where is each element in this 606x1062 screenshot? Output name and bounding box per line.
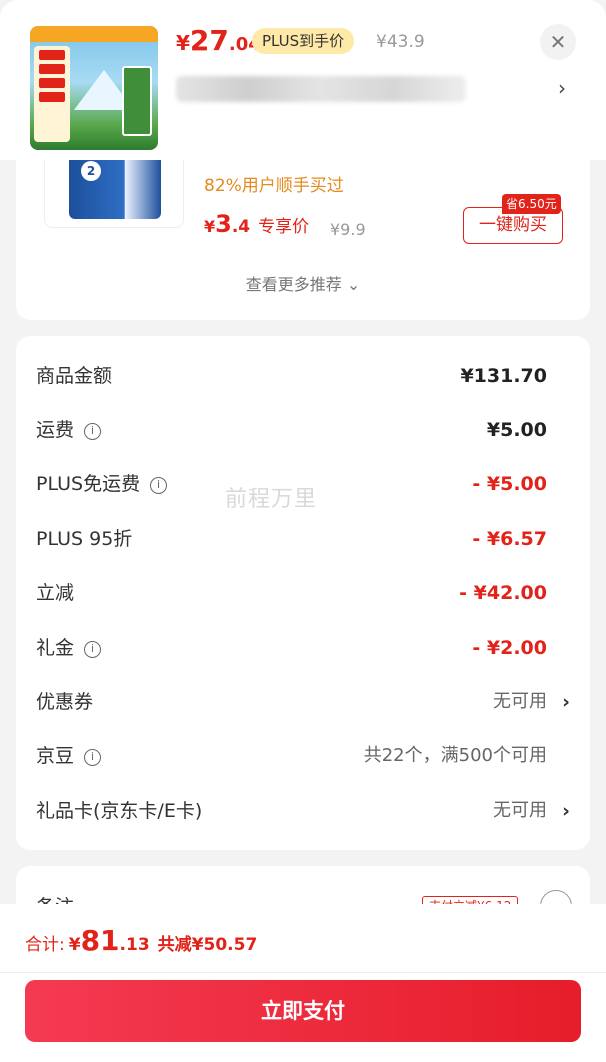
jd-beans-row: 京豆 i 共22个，满500个可用: [16, 741, 590, 771]
total-decimal: .13: [119, 935, 150, 955]
product-thumbnail[interactable]: [30, 26, 158, 150]
promo-banner: [30, 26, 158, 42]
row-value: ¥5.00: [486, 419, 547, 441]
coupon-row[interactable]: 优惠券 无可用 ›: [16, 687, 590, 717]
row-value: - ¥42.00: [459, 582, 547, 604]
pay-now-button[interactable]: 立即支付: [25, 980, 581, 1042]
total-saved: 共减¥50.57: [157, 935, 258, 955]
close-icon: ✕: [549, 30, 567, 54]
row-label: 京豆: [36, 745, 75, 767]
row-label: 运费: [36, 419, 75, 441]
selected-spec-blurred[interactable]: [176, 76, 466, 102]
checkout-bar: 合计: ¥81.13 共减¥50.57 立即支付: [0, 904, 606, 1062]
row-label: 商品金额: [36, 365, 113, 387]
plus-price-tag: PLUS到手价: [252, 28, 355, 54]
close-button[interactable]: ✕: [540, 24, 576, 60]
row-value: - ¥5.00: [472, 473, 547, 495]
gift-card-row[interactable]: 礼品卡(京东卡/E卡) 无可用 ›: [16, 796, 590, 826]
recommended-original-price: ¥9.9: [330, 220, 366, 239]
product-price: ¥27.04: [176, 24, 261, 57]
info-icon[interactable]: i: [84, 641, 102, 658]
row-label: PLUS 95折: [36, 528, 133, 550]
exclusive-price-label: 专享价: [258, 217, 310, 237]
row-value: ¥131.70: [460, 365, 547, 387]
row-label: 礼金: [36, 637, 75, 659]
order-summary-card: 商品金额 ¥131.70 运费 i ¥5.00 PLUS免运费 i - ¥5.00 …: [16, 336, 590, 850]
plus-discount-row: PLUS 95折 - ¥6.57: [16, 524, 590, 554]
row-label: PLUS免运费: [36, 473, 141, 495]
goods-amount-row: 商品金额 ¥131.70: [16, 361, 590, 391]
instant-discount-row: 立减 - ¥42.00: [16, 578, 590, 608]
info-icon[interactable]: i: [84, 749, 102, 766]
view-more-recommendations-link[interactable]: 查看更多推荐 ⌄: [16, 271, 590, 295]
price-currency: ¥: [176, 31, 190, 55]
price-integer: 27: [189, 24, 229, 57]
gift-money-row: 礼金 i - ¥2.00: [16, 633, 590, 663]
info-icon[interactable]: i: [150, 477, 168, 494]
save-badge: 省6.50元: [502, 194, 561, 214]
total-integer: 81: [80, 924, 120, 957]
promo-sticker: [34, 46, 70, 142]
order-total: 合计: ¥81.13 共减¥50.57: [25, 924, 258, 957]
row-value: 无可用: [493, 800, 547, 821]
info-icon[interactable]: i: [84, 423, 102, 440]
chevron-right-icon[interactable]: ›: [558, 76, 566, 100]
bought-together-note: 82%用户顺手买过: [204, 176, 344, 196]
total-label: 合计:: [25, 935, 65, 955]
row-value: 无可用: [493, 691, 547, 712]
row-value: - ¥6.57: [472, 528, 547, 550]
row-label: 优惠券: [36, 691, 94, 713]
shipping-row: 运费 i ¥5.00: [16, 415, 590, 445]
exclusive-price: ¥3.4 专享价: [204, 210, 310, 238]
original-price: ¥43.9: [376, 32, 425, 52]
watermark: 前程万里: [225, 487, 318, 512]
divider: [0, 972, 606, 973]
product-header: ¥27.04 PLUS到手价 ¥43.9 ✕ ›: [0, 0, 606, 160]
row-value: 共22个，满500个可用: [363, 745, 547, 766]
chevron-right-icon: ›: [562, 800, 570, 822]
chevron-right-icon: ›: [562, 691, 570, 713]
row-label: 礼品卡(京东卡/E卡): [36, 800, 203, 822]
row-label: 立减: [36, 582, 75, 604]
row-value: - ¥2.00: [472, 637, 547, 659]
milk-box-graphic: [122, 66, 152, 136]
